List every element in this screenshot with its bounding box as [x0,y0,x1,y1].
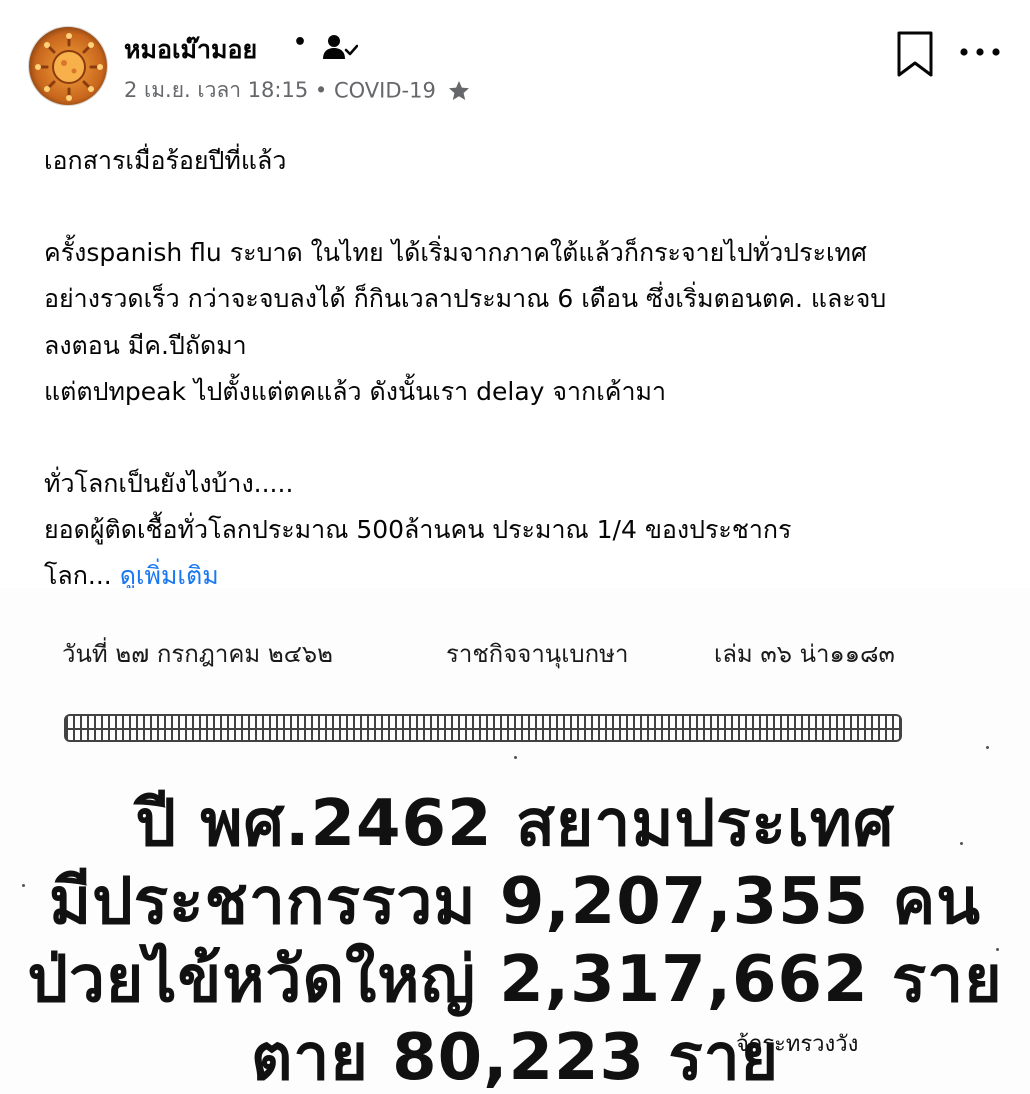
doc-volume: เล่ม ๓๖ น่า๑๑๘๓ [714,640,895,668]
see-more-link[interactable]: ดูเพิ่มเติม [120,561,219,590]
doc-title: ราชกิจจานุเบกษา [446,640,629,668]
source-note: จ้กระทรวงวัง [736,1032,859,1057]
text-line: ครั้งspanish flu ระบาด ในไทย ได้เริ่มจาก… [44,238,867,268]
headline-dead: ตาย 80,223 ราย [250,1021,780,1094]
post-photo[interactable]: วันที่ ๒๗ กรกฎาคม ๒๔๖๒ ราชกิจจานุเบกษา เ… [0,588,1030,1094]
text-line: ยอดผู้ติดเชื้อทั่วโลกประมาณ 500ล้านคน ปร… [44,515,792,545]
post-card: หมอเม๊ามอย • 2 เม.ย. เวลา 18:15 • COVID-… [0,0,1030,1094]
text-line: เอกสารเมื่อร้อยปีที่แล้ว [44,146,287,175]
scan-speck [986,746,989,749]
text-line: อย่างรวดเร็ว กว่าจะจบลงได้ ก็กินเวลาประม… [44,284,887,314]
meta-separator: • [314,78,328,103]
post-text: เอกสารเมื่อร้อยปีที่แล้ว ครั้งspanish fl… [44,138,1004,600]
more-icon[interactable] [958,42,1002,62]
group-name[interactable]: COVID-19 [334,79,436,103]
ornament-border [64,714,902,742]
bookmark-icon[interactable] [896,30,934,78]
author-name[interactable]: หมอเม๊ามอย [124,30,257,70]
text-fragment: โลก... [44,561,112,591]
scan-speck [960,842,963,845]
person-check-icon[interactable] [322,33,358,61]
scan-speck [514,756,517,759]
scan-speck [22,884,25,887]
avatar[interactable] [28,26,108,106]
scan-speck [996,948,999,951]
post-header: หมอเม๊ามอย • 2 เม.ย. เวลา 18:15 • COVID-… [0,0,1030,120]
text-line: ลงตอน มีค.ปีถัดมา [44,330,247,360]
virus-avatar-icon [29,27,107,105]
post-meta: 2 เม.ย. เวลา 18:15 • COVID-19 [124,74,471,107]
star-icon [448,80,469,100]
doc-date: วันที่ ๒๗ กรกฎาคม ๒๔๖๒ [62,640,333,668]
post-date[interactable]: 2 เม.ย. เวลา 18:15 [124,78,308,102]
text-line: แต่ตปทpeak ไปตั้งแต่ตคแล้ว ดังนั้นเรา de… [44,376,667,406]
text-line: ทั่วโลกเป็นยังไงบ้าง..... [44,469,294,499]
separator-dot: • [293,30,308,55]
